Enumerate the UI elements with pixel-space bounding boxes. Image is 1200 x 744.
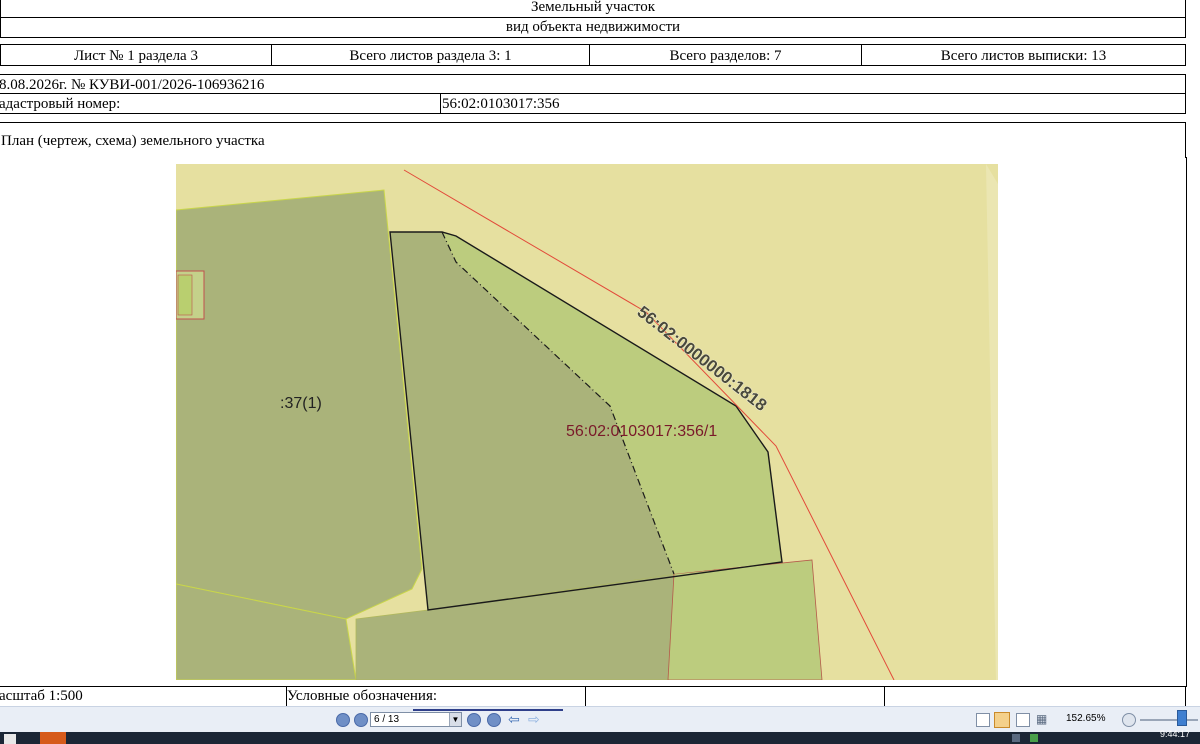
header-title: Земельный участок [530, 0, 656, 15]
zoom-slider-handle[interactable] [1177, 710, 1187, 726]
previous-page-icon[interactable] [354, 713, 368, 727]
fit-page-icon[interactable] [994, 712, 1010, 728]
zoom-out-icon[interactable] [1122, 713, 1136, 727]
bottom-right-parcel [667, 559, 823, 680]
fit-width-icon[interactable] [1016, 713, 1030, 727]
last-page-icon[interactable] [487, 713, 501, 727]
total-sections: Всего разделов: 7 [669, 48, 782, 64]
next-page-icon[interactable] [467, 713, 481, 727]
label-neighbor-37: :37(1) [280, 395, 322, 412]
tray-status-icon[interactable] [1030, 734, 1038, 742]
scale-text: асштаб 1:500 [0, 688, 83, 704]
header-title-cell: Земельный участок [0, 0, 1186, 18]
legend-cell-3 [884, 686, 1186, 706]
cadastral-label-cell: адастровый номер: [0, 93, 441, 114]
start-icon[interactable] [4, 734, 16, 744]
viewer-toolbar: 6 / 13 ▼ ⇦ ⇨ ▦ 152.65% [0, 706, 1200, 733]
cadastral-value-cell: 56:02:0103017:356 [440, 93, 1186, 114]
cadastral-value: 56:02:0103017:356 [442, 96, 560, 112]
parcel-plan-map: :37(1) 56:02:0103017:356/1 56:02:0000000… [176, 164, 998, 680]
page-select[interactable]: 6 / 13 ▼ [370, 712, 462, 727]
grid-view-icon[interactable]: ▦ [1036, 712, 1047, 726]
zoom-slider-track[interactable] [1140, 719, 1198, 721]
document-page: Земельный участок вид объекта недвижимос… [0, 0, 1200, 706]
total-sheets-extract: Всего листов выписки: 13 [940, 48, 1107, 64]
total-sections-cell: Всего разделов: 7 [589, 44, 862, 66]
date-number: 8.08.2026г. № КУВИ-001/2026-106936216 [0, 77, 265, 93]
os-taskbar: 9:44:17 [0, 729, 1200, 744]
total-sheets-extract-cell: Всего листов выписки: 13 [861, 44, 1186, 66]
header-subtitle: вид объекта недвижимости [505, 19, 681, 35]
header-subtitle-cell: вид объекта недвижимости [0, 17, 1186, 38]
forward-arrow-icon[interactable]: ⇨ [528, 711, 540, 728]
legend-cell: Условные обозначения: [286, 686, 586, 706]
small-building-inner [177, 274, 193, 316]
back-arrow-icon[interactable]: ⇦ [508, 711, 520, 728]
total-sheets-section-cell: Всего листов раздела 3: 1 [271, 44, 590, 66]
legend-cell-2 [585, 686, 885, 706]
label-part-1: 56:02:0103017:356/1 [566, 423, 717, 440]
date-number-cell: 8.08.2026г. № КУВИ-001/2026-106936216 [0, 74, 1186, 94]
scale-cell: асштаб 1:500 [0, 686, 287, 706]
app-taskbar-icon[interactable] [40, 732, 66, 744]
single-page-icon[interactable] [976, 713, 990, 727]
sheet-number-cell: Лист № 1 раздела 3 [0, 44, 272, 66]
total-sheets-section: Всего листов раздела 3: 1 [349, 48, 512, 64]
cadastral-label: адастровый номер: [0, 96, 121, 112]
tray-icon[interactable] [1012, 734, 1020, 742]
first-page-icon[interactable] [336, 713, 350, 727]
zoom-level: 152.65% [1066, 713, 1106, 724]
toolbar-accent-line [413, 709, 563, 711]
taskbar-clock: 9:44:17 [1160, 729, 1191, 739]
sheet-number: Лист № 1 раздела 3 [74, 48, 198, 64]
page-select-value: 6 / 13 [374, 714, 400, 725]
legend-text: Условные обозначения: [287, 688, 438, 704]
plan-title: План (чертеж, схема) земельного участка [1, 133, 265, 149]
plan-title-cell: План (чертеж, схема) земельного участка [0, 122, 1186, 158]
chevron-down-icon[interactable]: ▼ [449, 713, 461, 726]
